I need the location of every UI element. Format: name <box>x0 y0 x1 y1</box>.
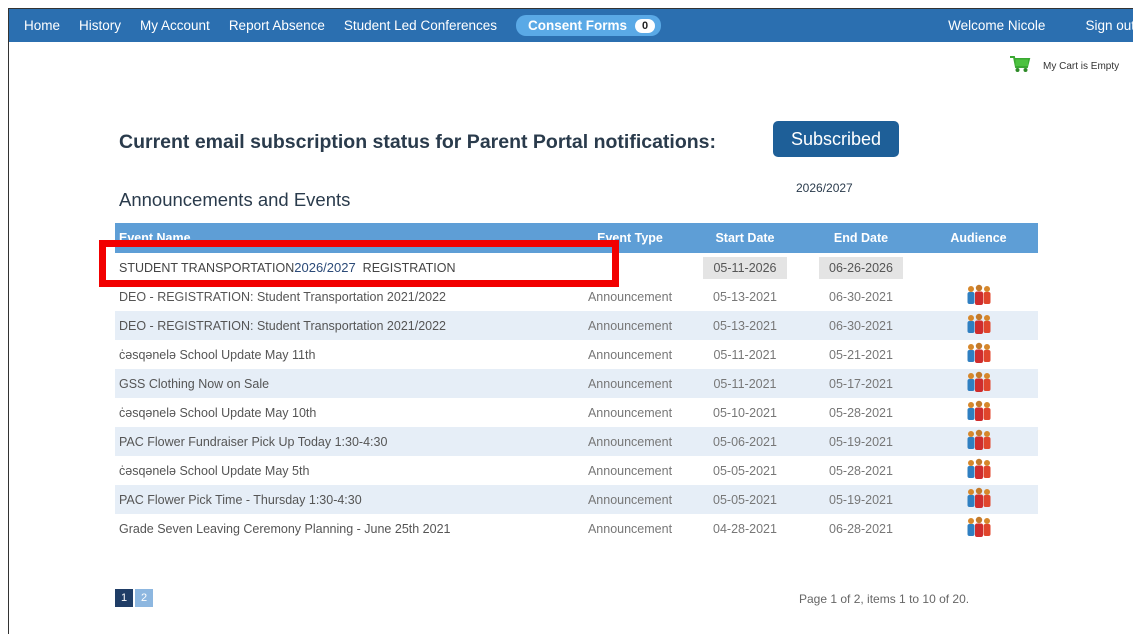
event-type: Announcement <box>587 463 673 478</box>
table-row[interactable]: Grade Seven Leaving Ceremony Planning - … <box>115 514 1038 543</box>
audience-cell <box>919 487 1038 512</box>
page-1-button[interactable]: 1 <box>115 589 133 607</box>
nav-consent-forms[interactable]: Consent Forms 0 <box>515 15 662 36</box>
event-type: Announcement <box>587 405 673 420</box>
audience-cell <box>919 400 1038 425</box>
consent-forms-label: Consent Forms <box>527 18 627 33</box>
table-row[interactable]: GSS Clothing Now on Sale Announcement 05-1… <box>115 369 1038 398</box>
start-date: 05-05-2021 <box>713 463 777 478</box>
year-label: 2026/2027 <box>796 181 853 195</box>
consent-count-badge: 0 <box>635 18 656 33</box>
event-name[interactable]: ċəsqənelə School Update May 11th <box>115 348 573 362</box>
start-date: 04-28-2021 <box>713 521 777 536</box>
start-date: 05-13-2021 <box>713 318 777 333</box>
nav-right: Welcome Nicole Sign out <box>948 9 1133 42</box>
announcements-title: Announcements and Events <box>119 189 351 210</box>
people-group-icon[interactable] <box>966 284 992 309</box>
event-name[interactable]: ċəsqənelə School Update May 10th <box>115 406 573 420</box>
cart-widget[interactable]: My Cart is Empty <box>1009 55 1119 78</box>
event-name[interactable]: DEO - REGISTRATION: Student Transportati… <box>115 290 573 304</box>
people-group-icon[interactable] <box>966 400 992 425</box>
col-audience[interactable]: Audience <box>919 231 1038 245</box>
audience-cell <box>919 458 1038 483</box>
highlight-box <box>99 240 619 287</box>
people-group-icon[interactable] <box>966 342 992 367</box>
event-type: Announcement <box>587 318 673 333</box>
event-name[interactable]: PAC Flower Pick Time - Thursday 1:30-4:3… <box>115 493 573 507</box>
end-date: 05-19-2021 <box>829 492 893 507</box>
start-date: 05-13-2021 <box>713 289 777 304</box>
people-group-icon[interactable] <box>966 371 992 396</box>
end-date: 06-30-2021 <box>829 318 893 333</box>
event-type: Announcement <box>587 289 673 304</box>
event-name[interactable]: Grade Seven Leaving Ceremony Planning - … <box>115 522 573 536</box>
people-group-icon[interactable] <box>966 516 992 541</box>
sign-out-link[interactable]: Sign out <box>1085 18 1133 33</box>
event-type: Announcement <box>587 521 673 536</box>
subscription-status-text: Current email subscription status for Pa… <box>119 131 717 153</box>
event-type: Announcement <box>587 434 673 449</box>
audience-cell <box>919 342 1038 367</box>
table-row[interactable]: PAC Flower Fundraiser Pick Up Today 1:30… <box>115 427 1038 456</box>
start-date: 05-06-2021 <box>713 434 777 449</box>
top-navbar: Home History My Account Report Absence S… <box>9 9 1133 42</box>
welcome-text: Welcome Nicole <box>948 18 1046 33</box>
nav-my-account[interactable]: My Account <box>140 18 210 33</box>
audience-cell <box>919 429 1038 454</box>
audience-cell <box>919 516 1038 541</box>
page-info: Page 1 of 2, items 1 to 10 of 20. <box>799 592 970 606</box>
end-date: 05-17-2021 <box>829 376 893 391</box>
pagination: 1 2 <box>115 589 155 607</box>
end-date: 06-28-2021 <box>829 521 893 536</box>
audience-cell <box>919 371 1038 396</box>
event-type: Announcement <box>587 376 673 391</box>
end-date: 05-21-2021 <box>829 347 893 362</box>
nav-home[interactable]: Home <box>24 18 60 33</box>
people-group-icon[interactable] <box>966 313 992 338</box>
start-date-box: 05-11-2026 <box>703 256 787 279</box>
end-date-box: 06-26-2026 <box>819 256 903 279</box>
start-date: 05-10-2021 <box>713 405 777 420</box>
end-date: 05-28-2021 <box>829 405 893 420</box>
end-date: 05-19-2021 <box>829 434 893 449</box>
audience-cell <box>919 313 1038 338</box>
event-type: Announcement <box>587 347 673 362</box>
audience-cell <box>919 284 1038 309</box>
end-date: 05-28-2021 <box>829 463 893 478</box>
shopping-cart-icon <box>1009 55 1031 78</box>
table-row[interactable]: ċəsqənelə School Update May 10th Announce… <box>115 398 1038 427</box>
col-start-date[interactable]: Start Date <box>687 231 803 245</box>
start-date: 05-11-2021 <box>713 347 777 362</box>
event-name[interactable]: PAC Flower Fundraiser Pick Up Today 1:30… <box>115 435 573 449</box>
table-row[interactable]: PAC Flower Pick Time - Thursday 1:30-4:3… <box>115 485 1038 514</box>
table-row[interactable]: ċəsqənelə School Update May 11th Announce… <box>115 340 1038 369</box>
cart-status: My Cart is Empty <box>1043 61 1120 72</box>
nav-report-absence[interactable]: Report Absence <box>229 18 325 33</box>
table-row[interactable]: DEO - REGISTRATION: Student Transportati… <box>115 311 1038 340</box>
start-date: 05-11-2021 <box>713 376 777 391</box>
start-date: 05-05-2021 <box>713 492 777 507</box>
end-date: 06-26-2026 <box>803 256 919 279</box>
event-name[interactable]: ċəsqənelə School Update May 5th <box>115 464 573 478</box>
people-group-icon[interactable] <box>966 458 992 483</box>
people-group-icon[interactable] <box>966 429 992 454</box>
event-name[interactable]: DEO - REGISTRATION: Student Transportati… <box>115 319 573 333</box>
nav-student-led-conferences[interactable]: Student Led Conferences <box>344 18 497 33</box>
people-group-icon[interactable] <box>966 487 992 512</box>
table-body: DEO - REGISTRATION: Student Transportati… <box>115 282 1038 543</box>
event-type: Announcement <box>587 492 673 507</box>
page-frame: Home History My Account Report Absence S… <box>8 8 1133 634</box>
nav-history[interactable]: History <box>79 18 121 33</box>
table-row[interactable]: ċəsqənelə School Update May 5th Announcem… <box>115 456 1038 485</box>
col-end-date[interactable]: End Date <box>803 231 919 245</box>
subscribed-button[interactable]: Subscribed <box>773 121 899 157</box>
page-2-button[interactable]: 2 <box>135 589 153 607</box>
event-name[interactable]: GSS Clothing Now on Sale <box>115 377 573 391</box>
end-date: 06-30-2021 <box>829 289 893 304</box>
start-date: 05-11-2026 <box>687 256 803 279</box>
